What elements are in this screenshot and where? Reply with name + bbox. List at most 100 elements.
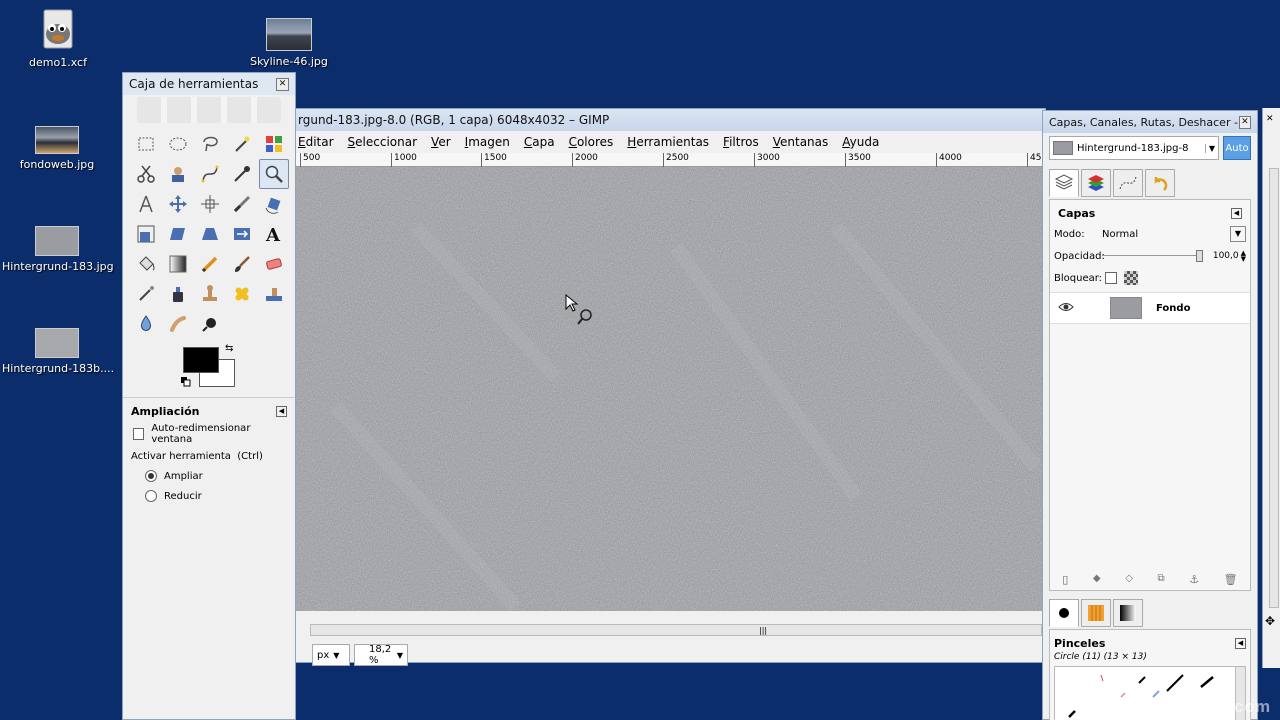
chevron-down-icon: ▼: [1230, 226, 1246, 242]
opacity-value[interactable]: 100,0: [1209, 251, 1239, 261]
crop-tool[interactable]: [227, 189, 257, 219]
eye-icon[interactable]: [1058, 301, 1076, 316]
close-icon[interactable]: ✕: [276, 77, 289, 91]
perspective-tool[interactable]: [195, 219, 225, 249]
opacity-slider[interactable]: [1102, 250, 1203, 262]
smudge-tool[interactable]: [163, 309, 193, 339]
tab-patterns[interactable]: [1081, 599, 1111, 627]
panel-menu-icon[interactable]: ◀: [1235, 637, 1246, 649]
move-icon[interactable]: ✥: [1265, 614, 1275, 628]
scale-tool[interactable]: [131, 219, 161, 249]
zoom-in-option[interactable]: Ampliar: [123, 466, 295, 486]
shear-tool[interactable]: [163, 219, 193, 249]
layer-row[interactable]: Fondo: [1050, 292, 1250, 324]
zoom-in-radio[interactable]: [145, 470, 157, 482]
swap-colors-icon[interactable]: ⇆: [225, 343, 233, 354]
eraser-tool[interactable]: [259, 249, 289, 279]
bucket-fill-tool[interactable]: [131, 249, 161, 279]
menu-ventanas[interactable]: Ventanas: [773, 135, 829, 149]
heal-tool[interactable]: [227, 279, 257, 309]
align-tool[interactable]: [195, 189, 225, 219]
close-icon[interactable]: ✕: [1266, 114, 1274, 124]
zoom-out-option[interactable]: Reducir: [123, 486, 295, 506]
auto-resize-option[interactable]: Auto-redimensionar ventana: [123, 423, 295, 445]
delete-layer-icon[interactable]: 🗑: [1224, 573, 1238, 586]
panel-menu-icon[interactable]: ◀: [276, 405, 287, 417]
raise-layer-icon[interactable]: ◆: [1093, 573, 1101, 586]
zoom-select[interactable]: 18,2 % ▼: [354, 644, 408, 666]
lower-layer-icon[interactable]: ◇: [1125, 573, 1133, 586]
paintbrush-tool[interactable]: [227, 249, 257, 279]
layers-icon: [1054, 174, 1074, 190]
vertical-scrollbar[interactable]: [1269, 168, 1279, 608]
menu-colores[interactable]: Colores: [569, 135, 614, 149]
fuzzy-select-tool[interactable]: [227, 129, 257, 159]
unit-select[interactable]: px ▼: [312, 644, 350, 666]
foreground-color-swatch[interactable]: [183, 347, 219, 373]
duplicate-layer-icon[interactable]: ⧉: [1157, 573, 1164, 586]
desktop-icon-hintergrund-183[interactable]: Hintergrund-183.jpg: [2, 226, 114, 273]
spin-arrows-icon[interactable]: ▲ ▼: [1241, 250, 1246, 263]
text-tool[interactable]: A: [259, 219, 289, 249]
menu-editar[interactable]: Editar: [298, 135, 334, 149]
tab-channels[interactable]: [1081, 169, 1111, 197]
menu-imagen[interactable]: Imagen: [465, 135, 510, 149]
desktop-icon-fondoweb[interactable]: fondoweb.jpg: [2, 126, 112, 171]
mode-select[interactable]: Normal ▼: [1102, 226, 1246, 242]
tab-gradients[interactable]: [1113, 599, 1143, 627]
layer-name[interactable]: Fondo: [1156, 303, 1190, 314]
flip-tool[interactable]: [227, 219, 257, 249]
blend-tool[interactable]: [163, 249, 193, 279]
toolbox-titlebar[interactable]: Caja de herramientas ✕: [123, 73, 295, 95]
rotate-tool[interactable]: [259, 189, 289, 219]
foreground-select-tool[interactable]: [163, 159, 193, 189]
paths-tool[interactable]: [195, 159, 225, 189]
image-canvas[interactable]: [296, 167, 1042, 611]
zoom-tool[interactable]: [259, 159, 289, 189]
ellipse-select-tool[interactable]: [163, 129, 193, 159]
tab-undo[interactable]: [1145, 169, 1175, 197]
menu-ver[interactable]: Ver: [431, 135, 451, 149]
checker-lock-icon[interactable]: [1124, 271, 1138, 285]
image-window-titlebar[interactable]: rgund-183.jpg-8.0 (RGB, 1 capa) 6048x403…: [296, 109, 1045, 131]
desktop-icon-skyline[interactable]: Skyline-46.jpg: [234, 18, 344, 68]
ink-tool[interactable]: [163, 279, 193, 309]
perspective-clone-tool[interactable]: [259, 279, 289, 309]
tab-layers[interactable]: [1049, 169, 1079, 197]
tool-options-title: Ampliación: [131, 404, 200, 418]
blur-tool[interactable]: [131, 309, 161, 339]
desktop-icon-demo1[interactable]: demo1.xcf: [3, 8, 113, 69]
clone-tool[interactable]: [195, 279, 225, 309]
menu-capa[interactable]: Capa: [524, 135, 555, 149]
horizontal-scrollbar[interactable]: |||: [310, 624, 1042, 636]
dodge-burn-tool[interactable]: [195, 309, 225, 339]
desktop-icon-hintergrund-183b[interactable]: Hintergrund-183b....: [2, 328, 114, 375]
measure-tool[interactable]: [131, 189, 161, 219]
image-select[interactable]: Hintergrund-183.jpg-8 ▼: [1049, 136, 1219, 160]
scissors-tool[interactable]: [131, 159, 161, 189]
pencil-tool[interactable]: [195, 249, 225, 279]
anchor-layer-icon[interactable]: ⚓: [1189, 573, 1199, 586]
lock-pixels-checkbox[interactable]: [1105, 272, 1117, 284]
menu-ayuda[interactable]: Ayuda: [842, 135, 879, 149]
color-picker-tool[interactable]: [227, 159, 257, 189]
free-select-tool[interactable]: [195, 129, 225, 159]
tab-brushes[interactable]: [1049, 599, 1079, 627]
dock-titlebar[interactable]: Capas, Canales, Rutas, Deshacer - ... ✕: [1043, 111, 1257, 133]
tab-paths[interactable]: [1113, 169, 1143, 197]
select-by-color-tool[interactable]: [259, 129, 289, 159]
move-tool[interactable]: [163, 189, 193, 219]
menu-herramientas[interactable]: Herramientas: [627, 135, 709, 149]
auto-resize-checkbox[interactable]: [133, 428, 145, 440]
menu-filtros[interactable]: Filtros: [723, 135, 759, 149]
horizontal-ruler: 500 1000 1500 2000 2500 3000 3500 4000 4…: [296, 153, 1045, 167]
zoom-out-radio[interactable]: [145, 490, 157, 502]
new-layer-icon[interactable]: ▯: [1062, 573, 1068, 586]
menu-seleccionar[interactable]: Seleccionar: [348, 135, 418, 149]
reset-colors-icon[interactable]: [181, 377, 191, 387]
airbrush-tool[interactable]: [131, 279, 161, 309]
auto-button[interactable]: Auto: [1223, 136, 1251, 160]
panel-menu-icon[interactable]: ◀: [1231, 207, 1242, 219]
rect-select-tool[interactable]: [131, 129, 161, 159]
close-icon[interactable]: ✕: [1238, 115, 1251, 129]
